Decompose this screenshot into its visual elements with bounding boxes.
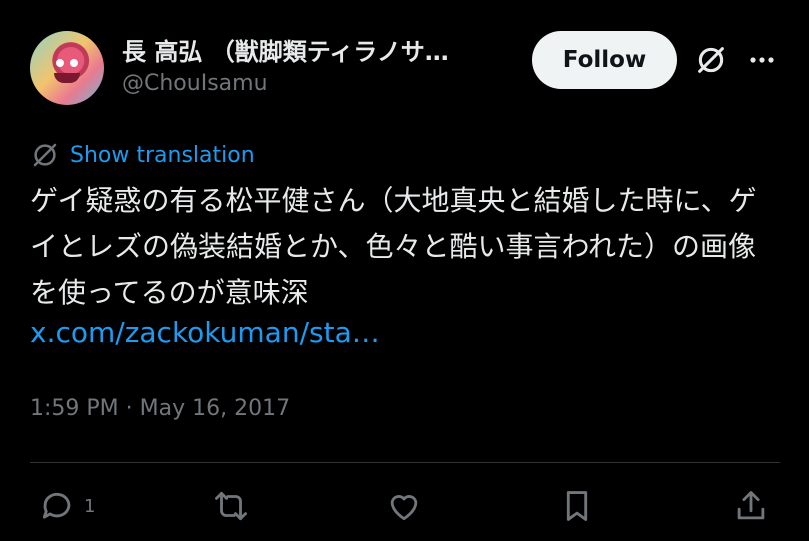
reply-icon <box>42 492 71 519</box>
like-button[interactable] <box>385 487 423 525</box>
follow-button[interactable]: Follow <box>532 31 677 89</box>
heart-icon <box>390 495 418 521</box>
share-icon <box>737 491 765 520</box>
bookmark-button[interactable] <box>558 487 596 525</box>
grok-icon[interactable] <box>694 43 728 77</box>
avatar-eye <box>56 59 64 67</box>
share-button[interactable] <box>732 487 770 525</box>
author-avatar[interactable] <box>30 31 104 105</box>
reply-count: 1 <box>84 495 96 517</box>
translation-row: Show translation <box>30 140 255 170</box>
actions-divider <box>30 462 780 463</box>
tweet-timestamp[interactable]: 1:59 PM · May 16, 2017 <box>30 396 290 421</box>
repost-icon <box>215 491 247 521</box>
avatar-mouth <box>54 73 80 83</box>
repost-button[interactable] <box>212 487 250 525</box>
tweet-text: ゲイ疑惑の有る松平健さん（大地真央と結婚した時に、ゲイとレズの偽装結婚とか、色々… <box>30 184 757 309</box>
author-handle[interactable]: @ChouIsamu <box>122 71 268 96</box>
tweet-url-link[interactable]: x.com/zackokuman/sta… <box>30 316 380 349</box>
more-options-icon[interactable] <box>746 46 778 74</box>
avatar-eye <box>70 59 78 67</box>
bookmark-icon <box>566 491 588 521</box>
author-display-name[interactable]: 長 高弘 （獣脚類ティラノサ… <box>122 32 449 67</box>
translate-icon <box>33 143 57 167</box>
reply-button[interactable]: 1 <box>38 487 95 525</box>
show-translation-link[interactable]: Show translation <box>70 143 255 168</box>
